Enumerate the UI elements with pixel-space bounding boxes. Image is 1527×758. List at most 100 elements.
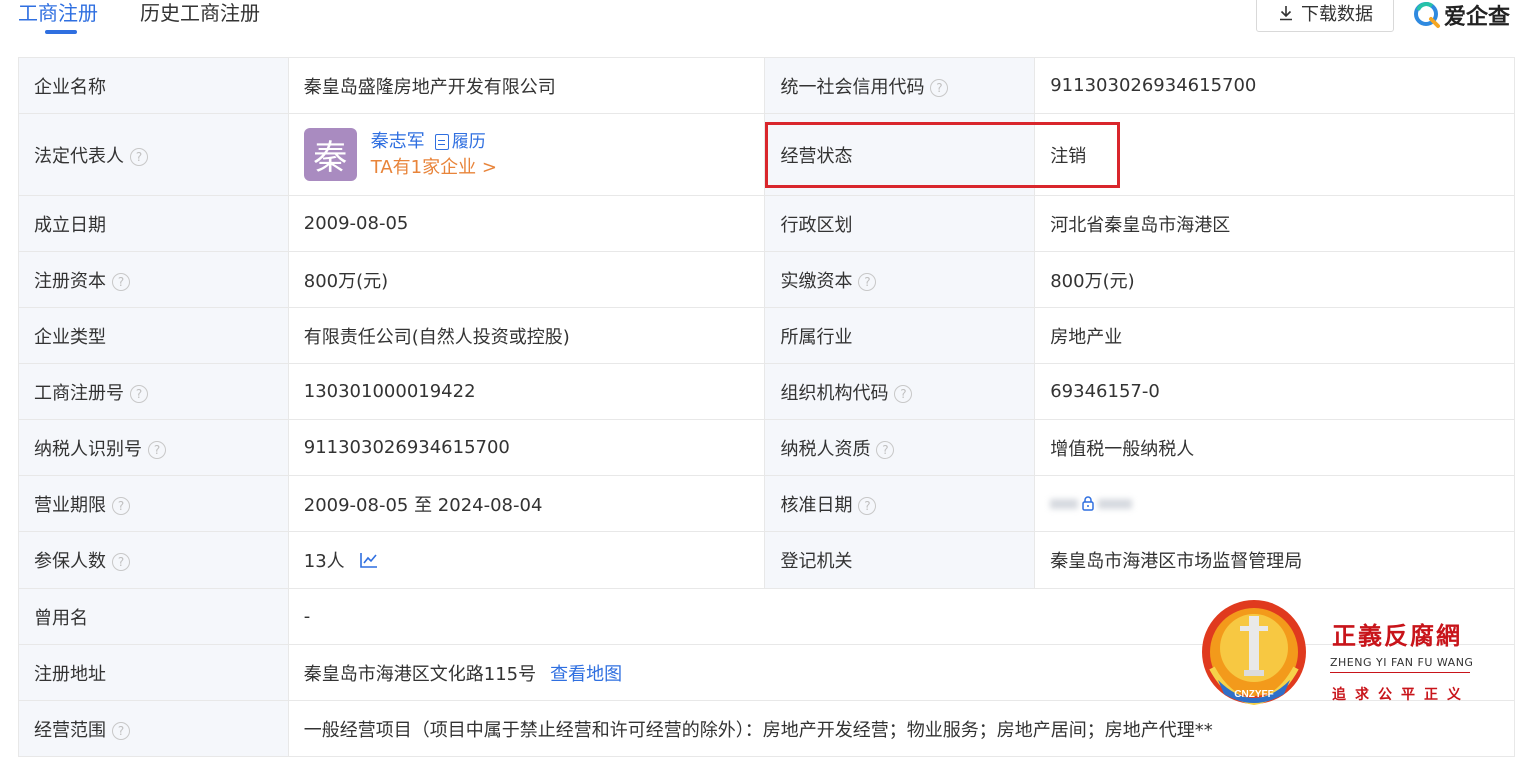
help-icon[interactable]: ? <box>930 78 949 97</box>
help-icon[interactable]: ? <box>894 384 913 403</box>
help-icon[interactable]: ? <box>130 384 148 403</box>
watermark-logo: CNZYFF 正義反腐網 ZHENG YI FAN FU WANG 追求公平正义 <box>1198 598 1478 710</box>
header: 工商注册 历史工商注册 下载数据 爱企查 <box>0 0 1527 50</box>
value-insured-count: 13人 <box>287 531 766 589</box>
rep-companies-link[interactable]: TA有1家企业 > <box>371 155 497 181</box>
table-row: 企业名称 秦皇岛盛隆房地产开发有限公司 统一社会信用代码? 9113030269… <box>18 57 1515 114</box>
label-taxpayer-id: 纳税人识别号? <box>18 419 289 476</box>
document-icon <box>434 133 449 150</box>
label-paid-capital: 实缴资本? <box>764 251 1036 308</box>
label-text: 核准日期 <box>780 494 853 516</box>
watermark-pinyin: ZHENG YI FAN FU WANG <box>1330 656 1474 669</box>
label-admin-region: 行政区划 <box>764 195 1036 252</box>
help-icon[interactable]: ? <box>148 440 166 459</box>
value-industry: 房地产业 <box>1034 307 1515 364</box>
help-icon[interactable]: ? <box>876 440 895 459</box>
table-row: 注册资本? 800万(元) 实缴资本? 800万(元) <box>18 251 1515 308</box>
insured-count-text: 13人 <box>303 551 345 572</box>
label-text: 组织机构代码 <box>780 382 889 404</box>
label-former-name: 曾用名 <box>18 588 289 645</box>
label-text: 参保人数 <box>34 551 106 572</box>
seal-emblem-icon: CNZYFF <box>1202 600 1306 706</box>
value-founded-date: 2009-08-05 <box>287 195 766 252</box>
label-registration-authority: 登记机关 <box>764 531 1036 589</box>
table-row: 成立日期 2009-08-05 行政区划 河北省秦皇岛市海港区 <box>18 195 1515 252</box>
help-icon[interactable]: ? <box>858 272 877 291</box>
avatar[interactable]: 秦 <box>303 128 357 181</box>
help-icon[interactable]: ? <box>112 721 130 740</box>
view-map-link[interactable]: 查看地图 <box>550 664 622 685</box>
table-row: 纳税人识别号? 911303026934615700 纳税人资质? 增值税一般纳… <box>18 419 1515 476</box>
label-founded-date: 成立日期 <box>18 195 289 252</box>
label-text: 工商注册号 <box>34 382 124 404</box>
value-taxpayer-qualification: 增值税一般纳税人 <box>1034 419 1515 476</box>
brand-q-icon <box>1414 2 1440 28</box>
download-data-button[interactable]: 下载数据 <box>1256 0 1394 32</box>
help-icon[interactable]: ? <box>112 553 130 571</box>
tab-business-registration[interactable]: 工商注册 <box>18 0 98 36</box>
table-row: 营业期限? 2009-08-05 至 2024-08-04 核准日期? <box>18 475 1515 532</box>
label-org-code: 组织机构代码? <box>764 363 1036 420</box>
label-text: 注册资本 <box>34 270 106 292</box>
label-text: 经营范围 <box>34 719 106 741</box>
label-text: 营业期限 <box>34 494 106 516</box>
table-row: 企业类型 有限责任公司(自然人投资或控股) 所属行业 房地产业 <box>18 307 1515 364</box>
label-approval-date: 核准日期? <box>764 475 1036 532</box>
value-business-term: 2009-08-05 至 2024-08-04 <box>287 475 766 532</box>
value-admin-region: 河北省秦皇岛市海港区 <box>1034 195 1515 252</box>
value-registered-capital: 800万(元) <box>287 251 766 308</box>
seal-text: CNZYFF <box>1234 689 1273 700</box>
resume-label: 履历 <box>451 131 486 152</box>
label-reg-number: 工商注册号? <box>18 363 289 420</box>
blurred-text <box>1098 499 1133 509</box>
label-text: 实缴资本 <box>780 270 853 292</box>
label-registered-address: 注册地址 <box>18 644 289 701</box>
label-text: 纳税人资质 <box>780 438 871 460</box>
label-business-scope: 经营范围? <box>18 700 289 757</box>
watermark-slogan: 追求公平正义 <box>1332 687 1470 703</box>
lock-icon <box>1082 496 1094 511</box>
label-insured-count: 参保人数? <box>18 531 289 589</box>
label-operating-status: 经营状态 <box>764 113 1036 196</box>
download-icon <box>1280 6 1292 21</box>
value-legal-rep: 秦 秦志军 履历 TA有1家企业 > <box>287 113 766 196</box>
label-company-name: 企业名称 <box>18 57 289 114</box>
table-row: 工商注册号? 130301000019422 组织机构代码? 69346157-… <box>18 363 1515 420</box>
label-registered-capital: 注册资本? <box>18 251 289 308</box>
blurred-text <box>1050 499 1079 509</box>
label-business-term: 营业期限? <box>18 475 289 532</box>
active-tab-indicator <box>45 30 77 34</box>
help-icon[interactable]: ? <box>112 272 130 291</box>
table-row: 参保人数? 13人 登记机关 秦皇岛市海港区市场监督管理局 <box>18 531 1515 589</box>
watermark-title: 正義反腐網 <box>1332 621 1462 650</box>
value-company-type: 有限责任公司(自然人投资或控股) <box>287 307 766 364</box>
download-label: 下载数据 <box>1301 4 1373 25</box>
label-text: 纳税人识别号 <box>34 438 142 460</box>
value-reg-number: 130301000019422 <box>287 363 766 420</box>
table-row: 法定代表人? 秦 秦志军 履历 TA有1家企业 > 经营状态 注销 <box>18 113 1515 196</box>
value-paid-capital: 800万(元) <box>1034 251 1515 308</box>
brand-logo[interactable]: 爱企查 <box>1412 0 1510 32</box>
value-approval-date-locked[interactable] <box>1034 475 1515 532</box>
legal-rep-name-link[interactable]: 秦志军 <box>371 129 425 155</box>
watermark-divider <box>1330 672 1470 673</box>
resume-link[interactable]: 履历 <box>434 129 486 155</box>
tab-label: 工商注册 <box>18 1 98 25</box>
value-taxpayer-id: 911303026934615700 <box>287 419 766 476</box>
help-icon[interactable]: ? <box>112 496 130 515</box>
help-icon[interactable]: ? <box>858 496 877 515</box>
tab-label: 历史工商注册 <box>140 1 260 25</box>
help-icon[interactable]: ? <box>130 147 148 166</box>
label-industry: 所属行业 <box>764 307 1036 364</box>
label-credit-code: 统一社会信用代码? <box>764 57 1036 114</box>
label-taxpayer-qualification: 纳税人资质? <box>764 419 1036 476</box>
value-operating-status: 注销 <box>1034 113 1515 196</box>
value-company-name: 秦皇岛盛隆房地产开发有限公司 <box>287 57 766 114</box>
label-company-type: 企业类型 <box>18 307 289 364</box>
tab-history-registration[interactable]: 历史工商注册 <box>140 0 260 36</box>
brand-name: 爱企查 <box>1444 5 1511 30</box>
trend-chart-icon[interactable] <box>359 551 379 569</box>
label-text: 法定代表人 <box>34 145 124 167</box>
label-text: 统一社会信用代码 <box>780 76 925 98</box>
value-registration-authority: 秦皇岛市海港区市场监督管理局 <box>1034 531 1515 589</box>
